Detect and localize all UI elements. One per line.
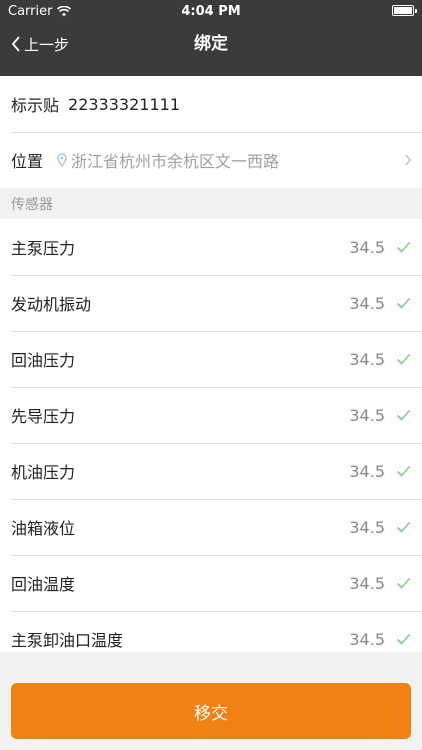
sensor-value: 34.5 (349, 405, 385, 425)
footer: 移交 (0, 652, 422, 750)
sensor-row[interactable]: 油箱液位 34.5 (0, 499, 422, 555)
sensor-section-header: 传感器 (11, 196, 53, 213)
location-label: 位置 (11, 152, 44, 171)
status-bar: Carrier 4:04 PM (0, 0, 422, 22)
location-value: 浙江省杭州市余杭区文一西路 (71, 152, 280, 171)
battery-icon (392, 5, 417, 16)
back-button[interactable]: 上一步 (10, 22, 69, 66)
sensor-value: 34.5 (349, 237, 385, 257)
sensor-list[interactable]: 主泵压力 34.5 发动机振动 34.5 回油压力 34.5 先导压力 34.5 机油压力 34.… (0, 219, 422, 652)
submit-button[interactable]: 移交 (11, 683, 411, 739)
sensor-row[interactable]: 发动机振动 34.5 (0, 275, 422, 331)
check-icon (396, 577, 411, 589)
tag-label: 标示贴 (11, 96, 60, 115)
sensor-value: 34.5 (349, 461, 385, 481)
location-pin-icon (57, 153, 67, 167)
sensor-row[interactable]: 主泵压力 34.5 (0, 219, 422, 275)
back-label: 上一步 (24, 35, 70, 54)
sensor-row[interactable]: 先导压力 34.5 (0, 387, 422, 443)
check-icon (396, 409, 411, 421)
sensor-row[interactable]: 回油温度 34.5 (0, 555, 422, 611)
sensor-value: 34.5 (349, 517, 385, 537)
sensor-value: 34.5 (349, 629, 385, 649)
status-time: 4:04 PM (181, 4, 241, 19)
tag-row: 标示贴 22333321111 (0, 76, 422, 132)
sensor-value: 34.5 (349, 293, 385, 313)
nav-bar: 上一步 绑定 (0, 22, 422, 66)
sensor-name: 回油温度 (11, 575, 76, 594)
sensor-name: 先导压力 (11, 407, 76, 426)
location-row[interactable]: 位置 浙江省杭州市余杭区文一西路 (0, 132, 422, 188)
info-card: 标示贴 22333321111 位置 浙江省杭州市余杭区文一西路 (0, 76, 422, 188)
sensor-row[interactable]: 主泵卸油口温度 34.5 (0, 611, 422, 652)
sensor-value: 34.5 (349, 573, 385, 593)
sensor-name: 主泵压力 (11, 239, 76, 258)
sensor-value: 34.5 (349, 349, 385, 369)
check-icon (396, 297, 411, 309)
check-icon (396, 353, 411, 365)
chevron-right-icon (404, 153, 412, 167)
sensor-row[interactable]: 回油压力 34.5 (0, 331, 422, 387)
sensor-name: 回油压力 (11, 351, 76, 370)
sensor-name: 机油压力 (11, 463, 76, 482)
sensor-name: 油箱液位 (11, 519, 76, 538)
nav-underline (0, 66, 422, 76)
check-icon (396, 521, 411, 533)
check-icon (396, 633, 411, 645)
tag-value: 22333321111 (68, 94, 180, 114)
sensor-name: 发动机振动 (11, 295, 92, 314)
chevron-left-icon (11, 36, 20, 52)
sensor-name: 主泵卸油口温度 (11, 631, 124, 650)
sensor-row[interactable]: 机油压力 34.5 (0, 443, 422, 499)
check-icon (396, 465, 411, 477)
check-icon (396, 241, 411, 253)
